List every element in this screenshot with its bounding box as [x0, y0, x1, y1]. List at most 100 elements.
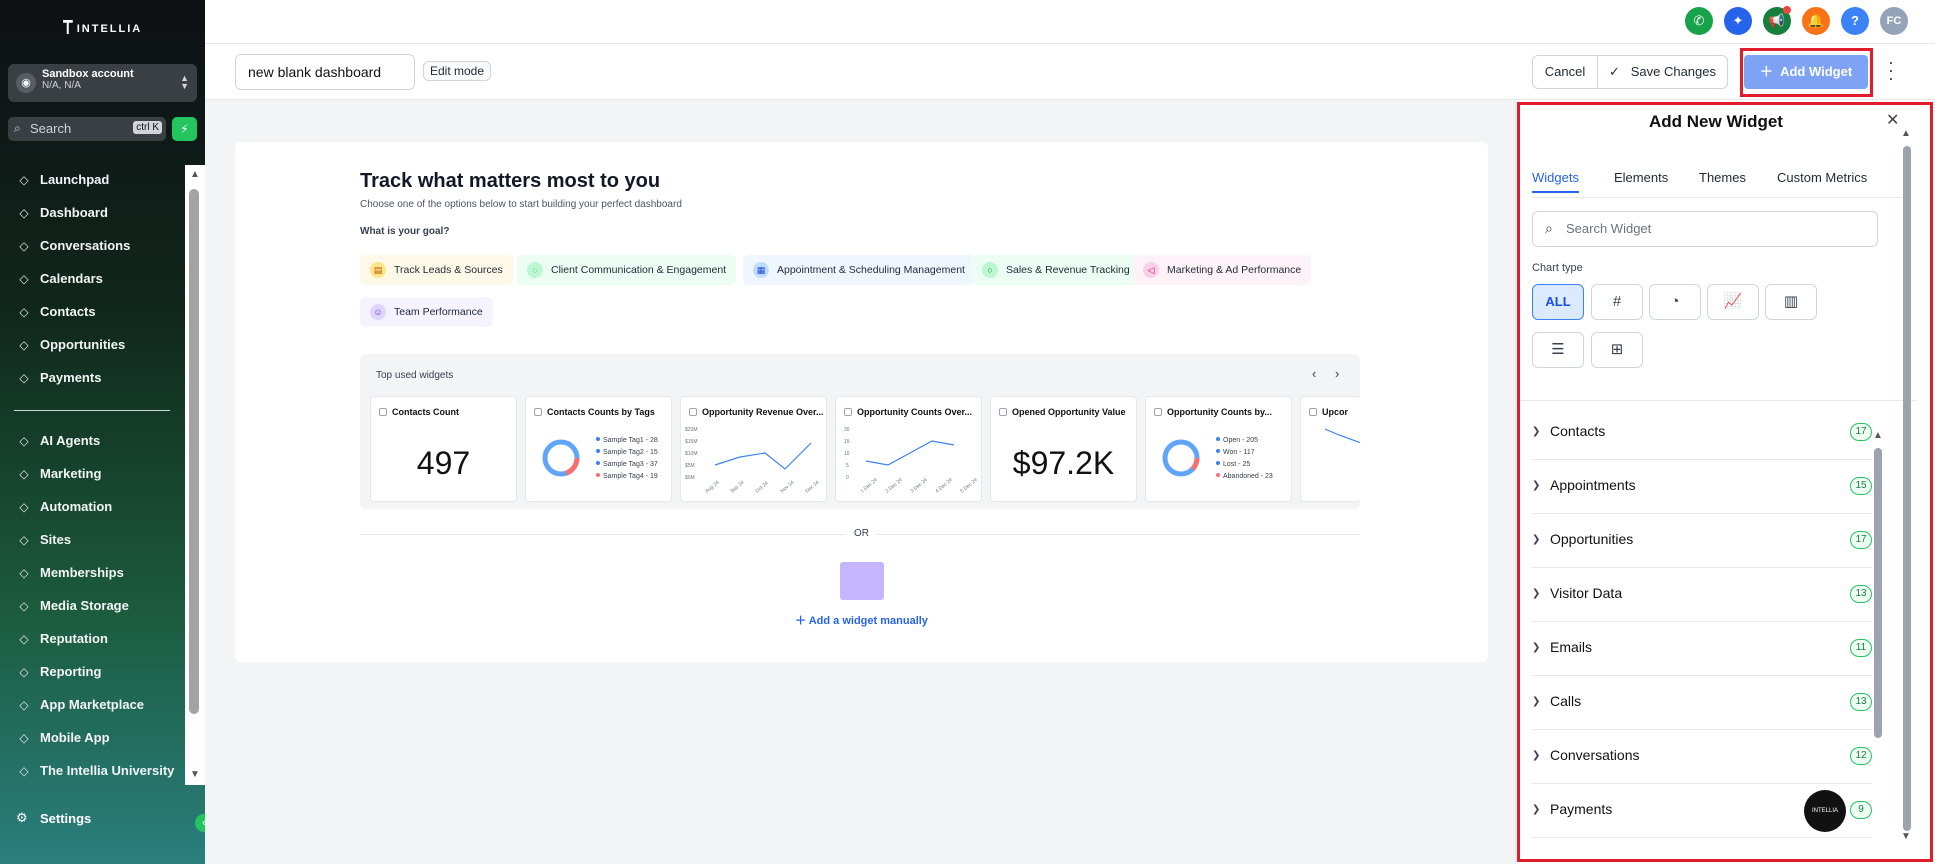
more-options-icon[interactable]: · · · [1888, 53, 1894, 87]
nav-settings[interactable]: ⚙ Settings [16, 810, 91, 826]
sidebar-item-label: Sites [40, 532, 72, 547]
widget-card-opportunity-counts-over[interactable]: Opportunity Counts Over... 20 15 10 5 0 … [835, 396, 982, 502]
sidebar-item-calendars[interactable]: ◇ Calendars [0, 262, 185, 295]
widget-search-input[interactable]: ⌕ Search Widget [1532, 211, 1878, 247]
sidebar-item-reporting[interactable]: ◇ Reporting [0, 655, 185, 688]
add-widget-panel: Add New Widget ✕ Widgets Elements Themes… [1515, 100, 1935, 864]
panel-scrollbar[interactable]: ▲ ▼ [1900, 126, 1914, 842]
add-manual-label: Add a widget manually [808, 615, 928, 627]
widget-card-opportunity-revenue[interactable]: Opportunity Revenue Over... $20M $15M $1… [680, 396, 827, 502]
add-widget-button[interactable]: ＋ Add Widget [1744, 55, 1868, 89]
tab-elements[interactable]: Elements [1614, 170, 1668, 185]
sidebar-item-ai-agents[interactable]: ◇ AI Agents [0, 424, 185, 457]
category-visitor-data[interactable]: ❯ Visitor Data 13 [1532, 568, 1872, 622]
x-tick: 3 Dec 24 [909, 477, 928, 495]
account-location: N/A, N/A [42, 80, 81, 91]
scroll-down-icon[interactable]: ▼ [1901, 831, 1911, 842]
sidebar-item-label: The Intellia University [40, 763, 175, 778]
sidebar-item-sites[interactable]: ◇ Sites [0, 523, 185, 556]
quick-action-bolt-icon[interactable]: ⚡ [172, 117, 197, 141]
close-icon[interactable]: ✕ [1886, 110, 1899, 130]
category-appointments[interactable]: ❯ Appointments 15 [1532, 460, 1872, 514]
goal-chip-marketing[interactable]: ◁ Marketing & Ad Performance [1133, 255, 1312, 285]
widget-card-upcoming[interactable]: Upcor [1300, 396, 1360, 502]
category-conversations[interactable]: ❯ Conversations 12 [1532, 730, 1872, 784]
scroll-up-icon[interactable]: ▲ [1901, 128, 1911, 139]
add-widget-manually-link[interactable]: ＋ Add a widget manually [235, 612, 1488, 628]
brand-name: INTELLIA [76, 23, 143, 35]
chevron-left-icon[interactable]: ‹ [1312, 366, 1316, 381]
or-wrap: OR [235, 528, 1488, 539]
scroll-thumb[interactable] [1903, 146, 1911, 831]
sidebar-item-label: Conversations [40, 238, 131, 253]
bell-icon[interactable]: 🔔 [1802, 7, 1830, 35]
category-emails[interactable]: ❯ Emails 11 [1532, 622, 1872, 676]
phone-icon[interactable]: ✆ [1685, 7, 1713, 35]
sidebar-search[interactable]: ⌕ Search ctrl K [8, 117, 166, 141]
category-count-badge: 17 [1850, 423, 1872, 441]
sidebar-item-opportunities[interactable]: ◇ Opportunities [0, 328, 185, 361]
chart-type-table-icon[interactable]: ⊞ [1591, 332, 1643, 368]
scroll-down-icon[interactable]: ▼ [190, 769, 200, 780]
chart-type-all-button[interactable]: ALL [1532, 284, 1584, 320]
chart-type-number-icon[interactable]: # [1591, 284, 1643, 320]
scroll-thumb[interactable] [189, 189, 199, 714]
dashboard-name-input[interactable]: new blank dashboard [235, 54, 415, 90]
account-switcher[interactable]: ◉ Sandbox account N/A, N/A ▲ ▼ [8, 64, 197, 102]
sidebar-item-conversations[interactable]: ◇ Conversations [0, 229, 185, 262]
widget-card-contacts-count[interactable]: Contacts Count 497 [370, 396, 517, 502]
brand-logo[interactable]: INTELLIA [0, 20, 205, 35]
widget-card-contacts-by-tags[interactable]: Contacts Counts by Tags Sample Tag1 - 28… [525, 396, 672, 502]
y-tick: 10 [844, 451, 850, 457]
sidebar-item-app-marketplace[interactable]: ◇ App Marketplace [0, 688, 185, 721]
chat-widget-button[interactable]: INTELLIA [1804, 790, 1846, 832]
sidebar-item-contacts[interactable]: ◇ Contacts [0, 295, 185, 328]
chart-type-pie-icon[interactable]: ◔ [1649, 284, 1701, 320]
sidebar-item-reputation[interactable]: ◇ Reputation [0, 622, 185, 655]
help-icon[interactable]: ? [1841, 7, 1869, 35]
chevron-right-icon[interactable]: › [1335, 366, 1339, 381]
widget-card-opportunity-counts-by[interactable]: Opportunity Counts by... Open - 205 Won … [1145, 396, 1292, 502]
goal-chip-sales[interactable]: ○ Sales & Revenue Tracking [972, 255, 1140, 285]
sidebar-item-payments[interactable]: ◇ Payments [0, 361, 185, 394]
cancel-button[interactable]: Cancel [1532, 55, 1598, 89]
megaphone-icon[interactable]: 📢 [1763, 6, 1791, 35]
scroll-thumb[interactable] [1874, 448, 1882, 738]
top-used-title: Top used widgets [376, 370, 454, 381]
goal-chip-communication[interactable]: ◌ Client Communication & Engagement [517, 255, 737, 285]
goal-chip-team[interactable]: ☺ Team Performance [360, 297, 493, 327]
tab-widgets[interactable]: Widgets [1532, 170, 1579, 193]
tab-themes[interactable]: Themes [1699, 170, 1746, 185]
sidebar-item-marketing[interactable]: ◇ Marketing [0, 457, 185, 490]
user-icon: ☺ [370, 304, 386, 320]
notification-dot [1783, 6, 1791, 14]
goal-chip-appointments[interactable]: ▦ Appointment & Scheduling Management [743, 255, 975, 285]
widget-illustration-icon [840, 562, 884, 600]
category-contacts[interactable]: ❯ Contacts 17 [1532, 406, 1872, 460]
avatar[interactable]: FC [1880, 7, 1908, 35]
chart-type-bar-icon[interactable]: ▥ [1765, 284, 1817, 320]
sidebar-item-the-intellia-university[interactable]: ◇ The Intellia University [0, 754, 185, 787]
sidebar-item-dashboard[interactable]: ◇ Dashboard [0, 196, 185, 229]
sidebar-item-launchpad[interactable]: ◇ Launchpad [0, 163, 185, 196]
sidebar-item-media-storage[interactable]: ◇ Media Storage [0, 589, 185, 622]
sidebar-item-automation[interactable]: ◇ Automation [0, 490, 185, 523]
y-tick: 0 [846, 475, 849, 481]
scroll-up-icon[interactable]: ▲ [190, 169, 200, 180]
sidebar-item-mobile-app[interactable]: ◇ Mobile App [0, 721, 185, 754]
category-opportunities[interactable]: ❯ Opportunities 17 [1532, 514, 1872, 568]
widget-card-opened-opportunity-value[interactable]: Opened Opportunity Value $97.2K [990, 396, 1137, 502]
save-changes-button[interactable]: ✓ Save Changes [1598, 55, 1728, 89]
chart-type-horizontal-bar-icon[interactable]: ☰ [1532, 332, 1584, 368]
sidebar-scrollbar[interactable]: ▲ ▼ [185, 165, 205, 785]
scroll-up-icon[interactable]: ▲ [1873, 430, 1883, 441]
tab-custom-metrics[interactable]: Custom Metrics [1777, 170, 1867, 185]
leads-icon: ▤ [370, 262, 386, 278]
chart-type-line-icon[interactable]: 📈 [1707, 284, 1759, 320]
category-scrollbar[interactable]: ▲ [1872, 430, 1884, 850]
sidebar-item-memberships[interactable]: ◇ Memberships [0, 556, 185, 589]
magic-icon[interactable]: ✦ [1724, 7, 1752, 35]
goal-chip-leads[interactable]: ▤ Track Leads & Sources [360, 255, 513, 285]
category-calls[interactable]: ❯ Calls 13 [1532, 676, 1872, 730]
legend-item: Won - 117 [1216, 447, 1273, 459]
